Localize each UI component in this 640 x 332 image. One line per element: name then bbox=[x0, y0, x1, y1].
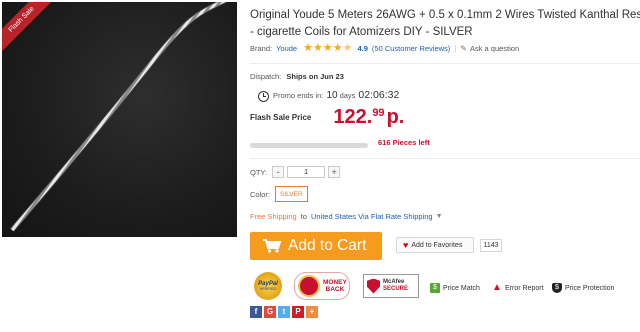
warning-icon: ▲ bbox=[492, 282, 502, 293]
product-title-line1: Original Youde 5 Meters 26AWG + 0.5 x 0.… bbox=[250, 9, 640, 21]
qty-input[interactable]: 1 bbox=[287, 166, 326, 178]
half-star-icon: ★ bbox=[342, 41, 353, 54]
promo-days-label: days bbox=[339, 91, 356, 100]
separator: | bbox=[454, 43, 457, 53]
flash-sale-label: Flash Sale Price bbox=[250, 113, 312, 122]
brand-row: Brand: Youde ★ ★ ★ ★ ★ 4.9 (50 Customer … bbox=[250, 42, 519, 54]
star-icon: ★ bbox=[312, 41, 323, 54]
promo-time: 02:06:32 bbox=[358, 89, 400, 101]
price-match-label: Price Match bbox=[443, 284, 480, 292]
money-text: MONEY bbox=[323, 279, 347, 286]
heart-icon: ♥ bbox=[403, 240, 409, 250]
divider bbox=[250, 158, 640, 159]
error-report-link[interactable]: ▲ Error Report bbox=[492, 282, 544, 293]
star-icon: ★ bbox=[322, 41, 333, 54]
pieces-left: 616 Pieces left bbox=[378, 138, 430, 147]
free-shipping-label: Free Shipping bbox=[250, 212, 297, 221]
rating-stars: ★ ★ ★ ★ ★ bbox=[303, 41, 353, 54]
error-report-label: Error Report bbox=[505, 284, 544, 292]
pencil-icon: ✎ bbox=[460, 43, 467, 53]
ask-question-link[interactable]: ✎ Ask a question bbox=[460, 44, 519, 53]
shield-icon: $ bbox=[552, 283, 562, 293]
dispatch-value: Ships on Jun 23 bbox=[286, 72, 344, 81]
price-cents: 99 bbox=[372, 107, 385, 119]
reviews-link[interactable]: (50 Customer Reviews) bbox=[372, 44, 450, 53]
promo-label: Promo ends in: bbox=[273, 91, 324, 100]
shipping-row: Free Shipping to United States Via Flat … bbox=[250, 212, 443, 221]
twitter-icon[interactable]: t bbox=[278, 306, 290, 318]
price-protection-label: Price Protection bbox=[565, 284, 615, 292]
color-label: Color: bbox=[250, 189, 271, 199]
brand-label: Brand: bbox=[250, 43, 273, 53]
star-icon: ★ bbox=[332, 41, 343, 54]
price-match-link[interactable]: $ Price Match bbox=[430, 283, 480, 293]
mcafee-secure: SECURE bbox=[383, 286, 409, 292]
flash-price: 122. 99 p. bbox=[333, 105, 404, 129]
add-to-cart-label: Add to Cart bbox=[288, 237, 367, 254]
add-to-favorites-button[interactable]: ♥ Add to Favorites bbox=[396, 237, 474, 253]
favorites-count: 1143 bbox=[480, 239, 502, 252]
qty-label: QTY: bbox=[250, 167, 268, 177]
money-back-badge: MONEY BACK bbox=[294, 272, 350, 300]
dispatch-row: Dispatch: Ships on Jun 23 bbox=[250, 72, 344, 81]
mcafee-secure-badge: McAfee SECURE bbox=[363, 274, 419, 298]
sold-progress-bar bbox=[250, 143, 368, 148]
mcafee-shield-icon bbox=[367, 278, 380, 294]
cart-icon bbox=[260, 232, 284, 260]
shipping-to: to bbox=[300, 212, 307, 221]
price-match-icon: $ bbox=[430, 283, 440, 293]
shipping-method-link[interactable]: United States Via Flat Rate Shipping bbox=[311, 212, 433, 221]
product-title-line2: - cigarette Coils for Atomizers DIY - SI… bbox=[250, 26, 473, 38]
product-title: Original Youde 5 Meters 26AWG + 0.5 x 0.… bbox=[250, 7, 640, 41]
color-option-silver[interactable]: SILVER bbox=[275, 186, 308, 202]
quantity-row: QTY: - 1 + bbox=[250, 166, 341, 178]
price-protection-link[interactable]: $ Price Protection bbox=[552, 283, 614, 293]
price-whole: 122. bbox=[333, 106, 373, 128]
color-row: Color: SILVER bbox=[250, 186, 308, 202]
dispatch-label: Dispatch: bbox=[250, 72, 282, 81]
mcafee-name: McAfee bbox=[383, 279, 405, 285]
flash-price-row: Flash Sale Price 122. 99 p. bbox=[250, 105, 404, 129]
paypal-verified-badge: PayPal VERIFIED bbox=[254, 272, 282, 300]
qty-plus-button[interactable]: + bbox=[328, 166, 341, 178]
money-back-text: MONEY BACK bbox=[323, 279, 347, 293]
divider bbox=[250, 63, 640, 64]
ask-question-label: Ask a question bbox=[469, 43, 520, 53]
promo-days-number: 10 bbox=[326, 90, 338, 101]
product-info: Original Youde 5 Meters 26AWG + 0.5 x 0.… bbox=[250, 0, 640, 332]
facebook-icon[interactable]: f bbox=[250, 306, 262, 318]
trust-badges: PayPal VERIFIED MONEY BACK McAfee SECURE… bbox=[250, 272, 640, 302]
google-plus-icon[interactable]: G bbox=[264, 306, 276, 318]
qty-minus-button[interactable]: - bbox=[272, 166, 285, 178]
pinterest-icon[interactable]: P bbox=[292, 306, 304, 318]
chevron-down-icon[interactable]: ▼ bbox=[436, 213, 443, 220]
share-plus-icon[interactable]: + bbox=[306, 306, 318, 318]
social-share-bar: f G t P + bbox=[250, 306, 320, 318]
wire-photo bbox=[10, 2, 228, 232]
brand-link[interactable]: Youde bbox=[276, 44, 297, 53]
product-image[interactable]: Flash Sale bbox=[2, 2, 237, 237]
add-to-cart-button[interactable]: Add to Cart bbox=[250, 232, 382, 260]
clock-icon bbox=[258, 90, 269, 102]
star-icon: ★ bbox=[303, 41, 313, 54]
add-to-favorites-label: Add to Favorites bbox=[411, 241, 463, 249]
price-currency: p. bbox=[386, 106, 405, 128]
paypal-verified-text: VERIFIED bbox=[259, 286, 277, 291]
mcafee-text: McAfee SECURE bbox=[383, 279, 408, 293]
money-back-seal-icon bbox=[298, 275, 320, 297]
rating-value: 4.9 bbox=[357, 43, 368, 53]
promo-countdown: Promo ends in: 10 days 02:06:32 bbox=[258, 89, 400, 102]
back-text: BACK bbox=[325, 286, 345, 293]
